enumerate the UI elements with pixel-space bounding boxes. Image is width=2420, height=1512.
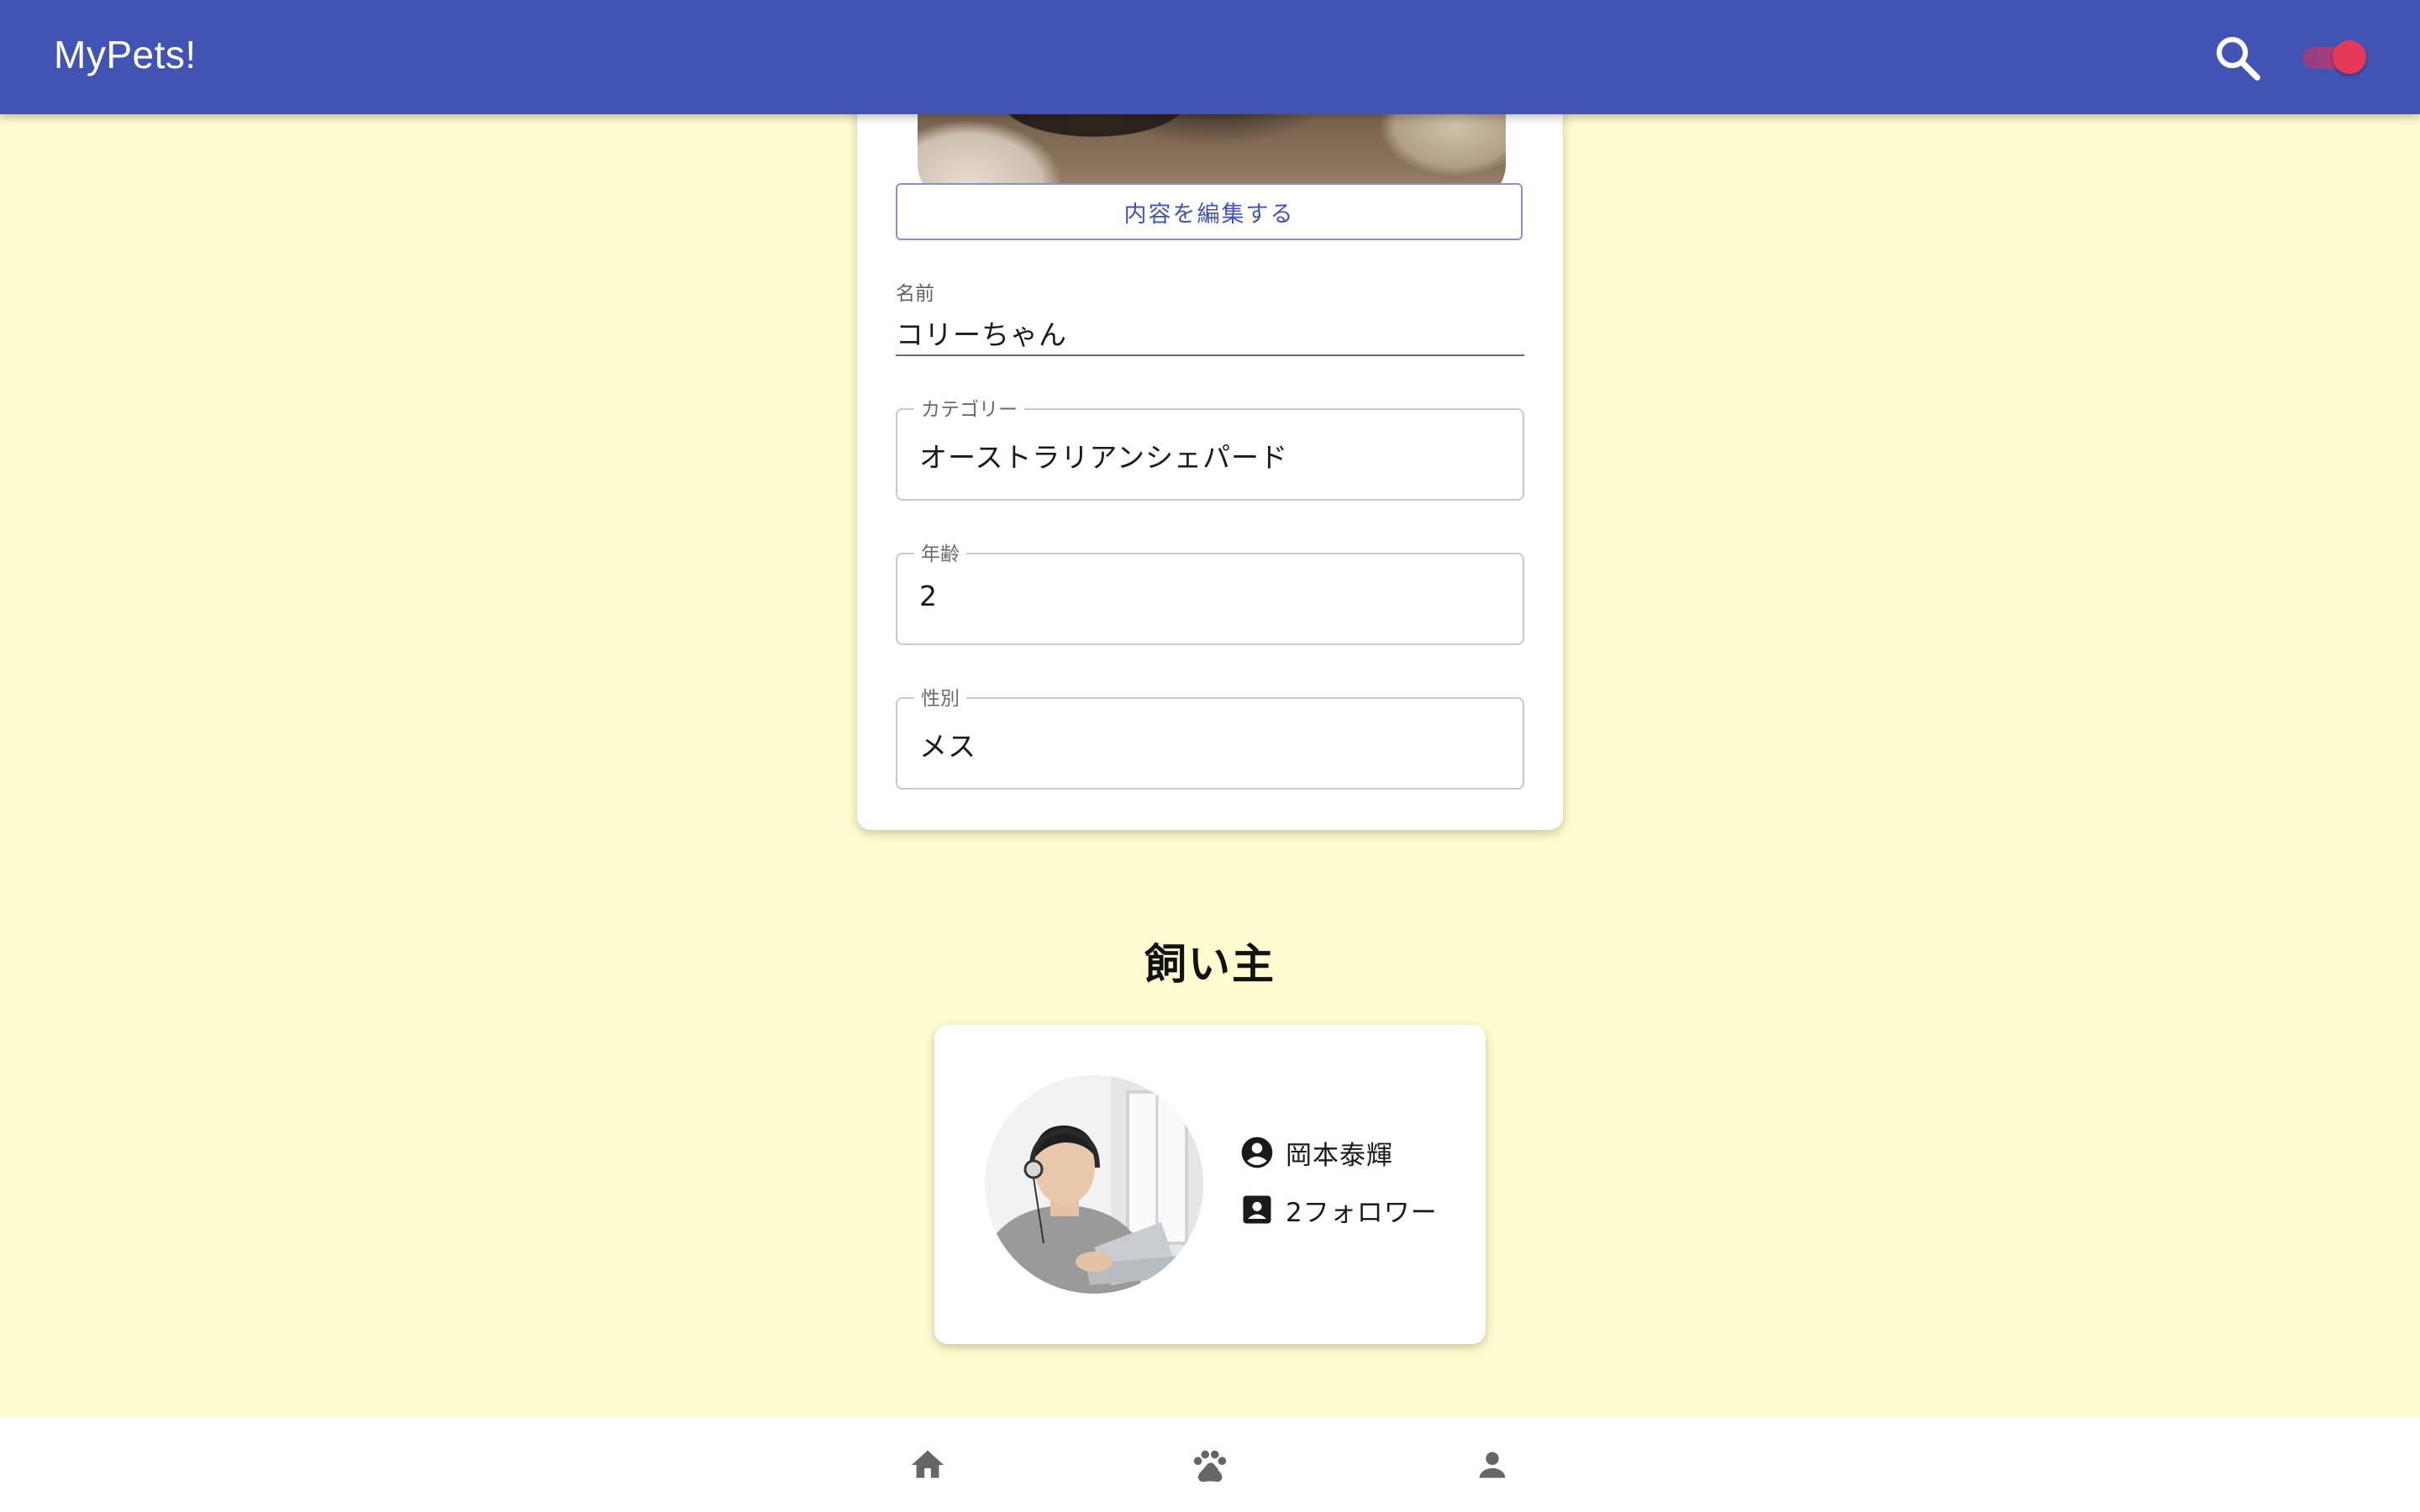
age-field[interactable]: 年齢 2	[896, 538, 1524, 645]
toggle-thumb	[2333, 40, 2366, 74]
person-icon	[1479, 1452, 1506, 1478]
owner-followers[interactable]: 2フォロワー	[1286, 1191, 1438, 1229]
edit-button[interactable]: 内容を編集する	[896, 183, 1523, 240]
pet-detail-card: 内容を編集する 名前 コリーちゃん カテゴリー オーストラリアンシェパード 年齢…	[857, 34, 1563, 830]
owner-heading: 飼い主	[1144, 940, 1276, 989]
category-value: オーストラリアンシェパード	[919, 441, 1289, 474]
app-title[interactable]: MyPets!	[54, 32, 197, 77]
sex-label: 性別	[914, 682, 966, 711]
sex-field[interactable]: 性別 メス	[896, 682, 1524, 790]
age-value: 2	[919, 580, 938, 612]
nav-pets[interactable]	[1160, 1435, 1260, 1495]
nav-home[interactable]	[877, 1435, 978, 1495]
bottom-navigation	[0, 1418, 2420, 1512]
category-label: カテゴリー	[914, 393, 1024, 422]
contact-card-icon	[1243, 1195, 1271, 1224]
name-field[interactable]: コリーちゃん	[896, 309, 1524, 356]
theme-toggle[interactable]	[2302, 39, 2370, 76]
age-label: 年齢	[914, 538, 966, 566]
owner-card[interactable]: 岡本泰輝 2フォロワー	[934, 1025, 1486, 1344]
owner-name[interactable]: 岡本泰輝	[1286, 1134, 1393, 1172]
app-bar: MyPets!	[0, 0, 2420, 114]
paw-icon	[1193, 1450, 1227, 1482]
owner-name-row: 岡本泰輝	[1239, 1134, 1393, 1171]
owner-avatar[interactable]	[985, 1075, 1203, 1294]
owner-followers-row: 2フォロワー	[1239, 1191, 1438, 1228]
search-icon[interactable]	[2212, 32, 2264, 84]
category-field[interactable]: カテゴリー オーストラリアンシェパード	[896, 393, 1524, 501]
nav-profile[interactable]	[1442, 1435, 1543, 1495]
sex-value: メス	[919, 730, 976, 763]
home-icon	[911, 1450, 944, 1478]
account-circle-icon	[1241, 1137, 1273, 1168]
name-label: 名前	[896, 283, 934, 305]
